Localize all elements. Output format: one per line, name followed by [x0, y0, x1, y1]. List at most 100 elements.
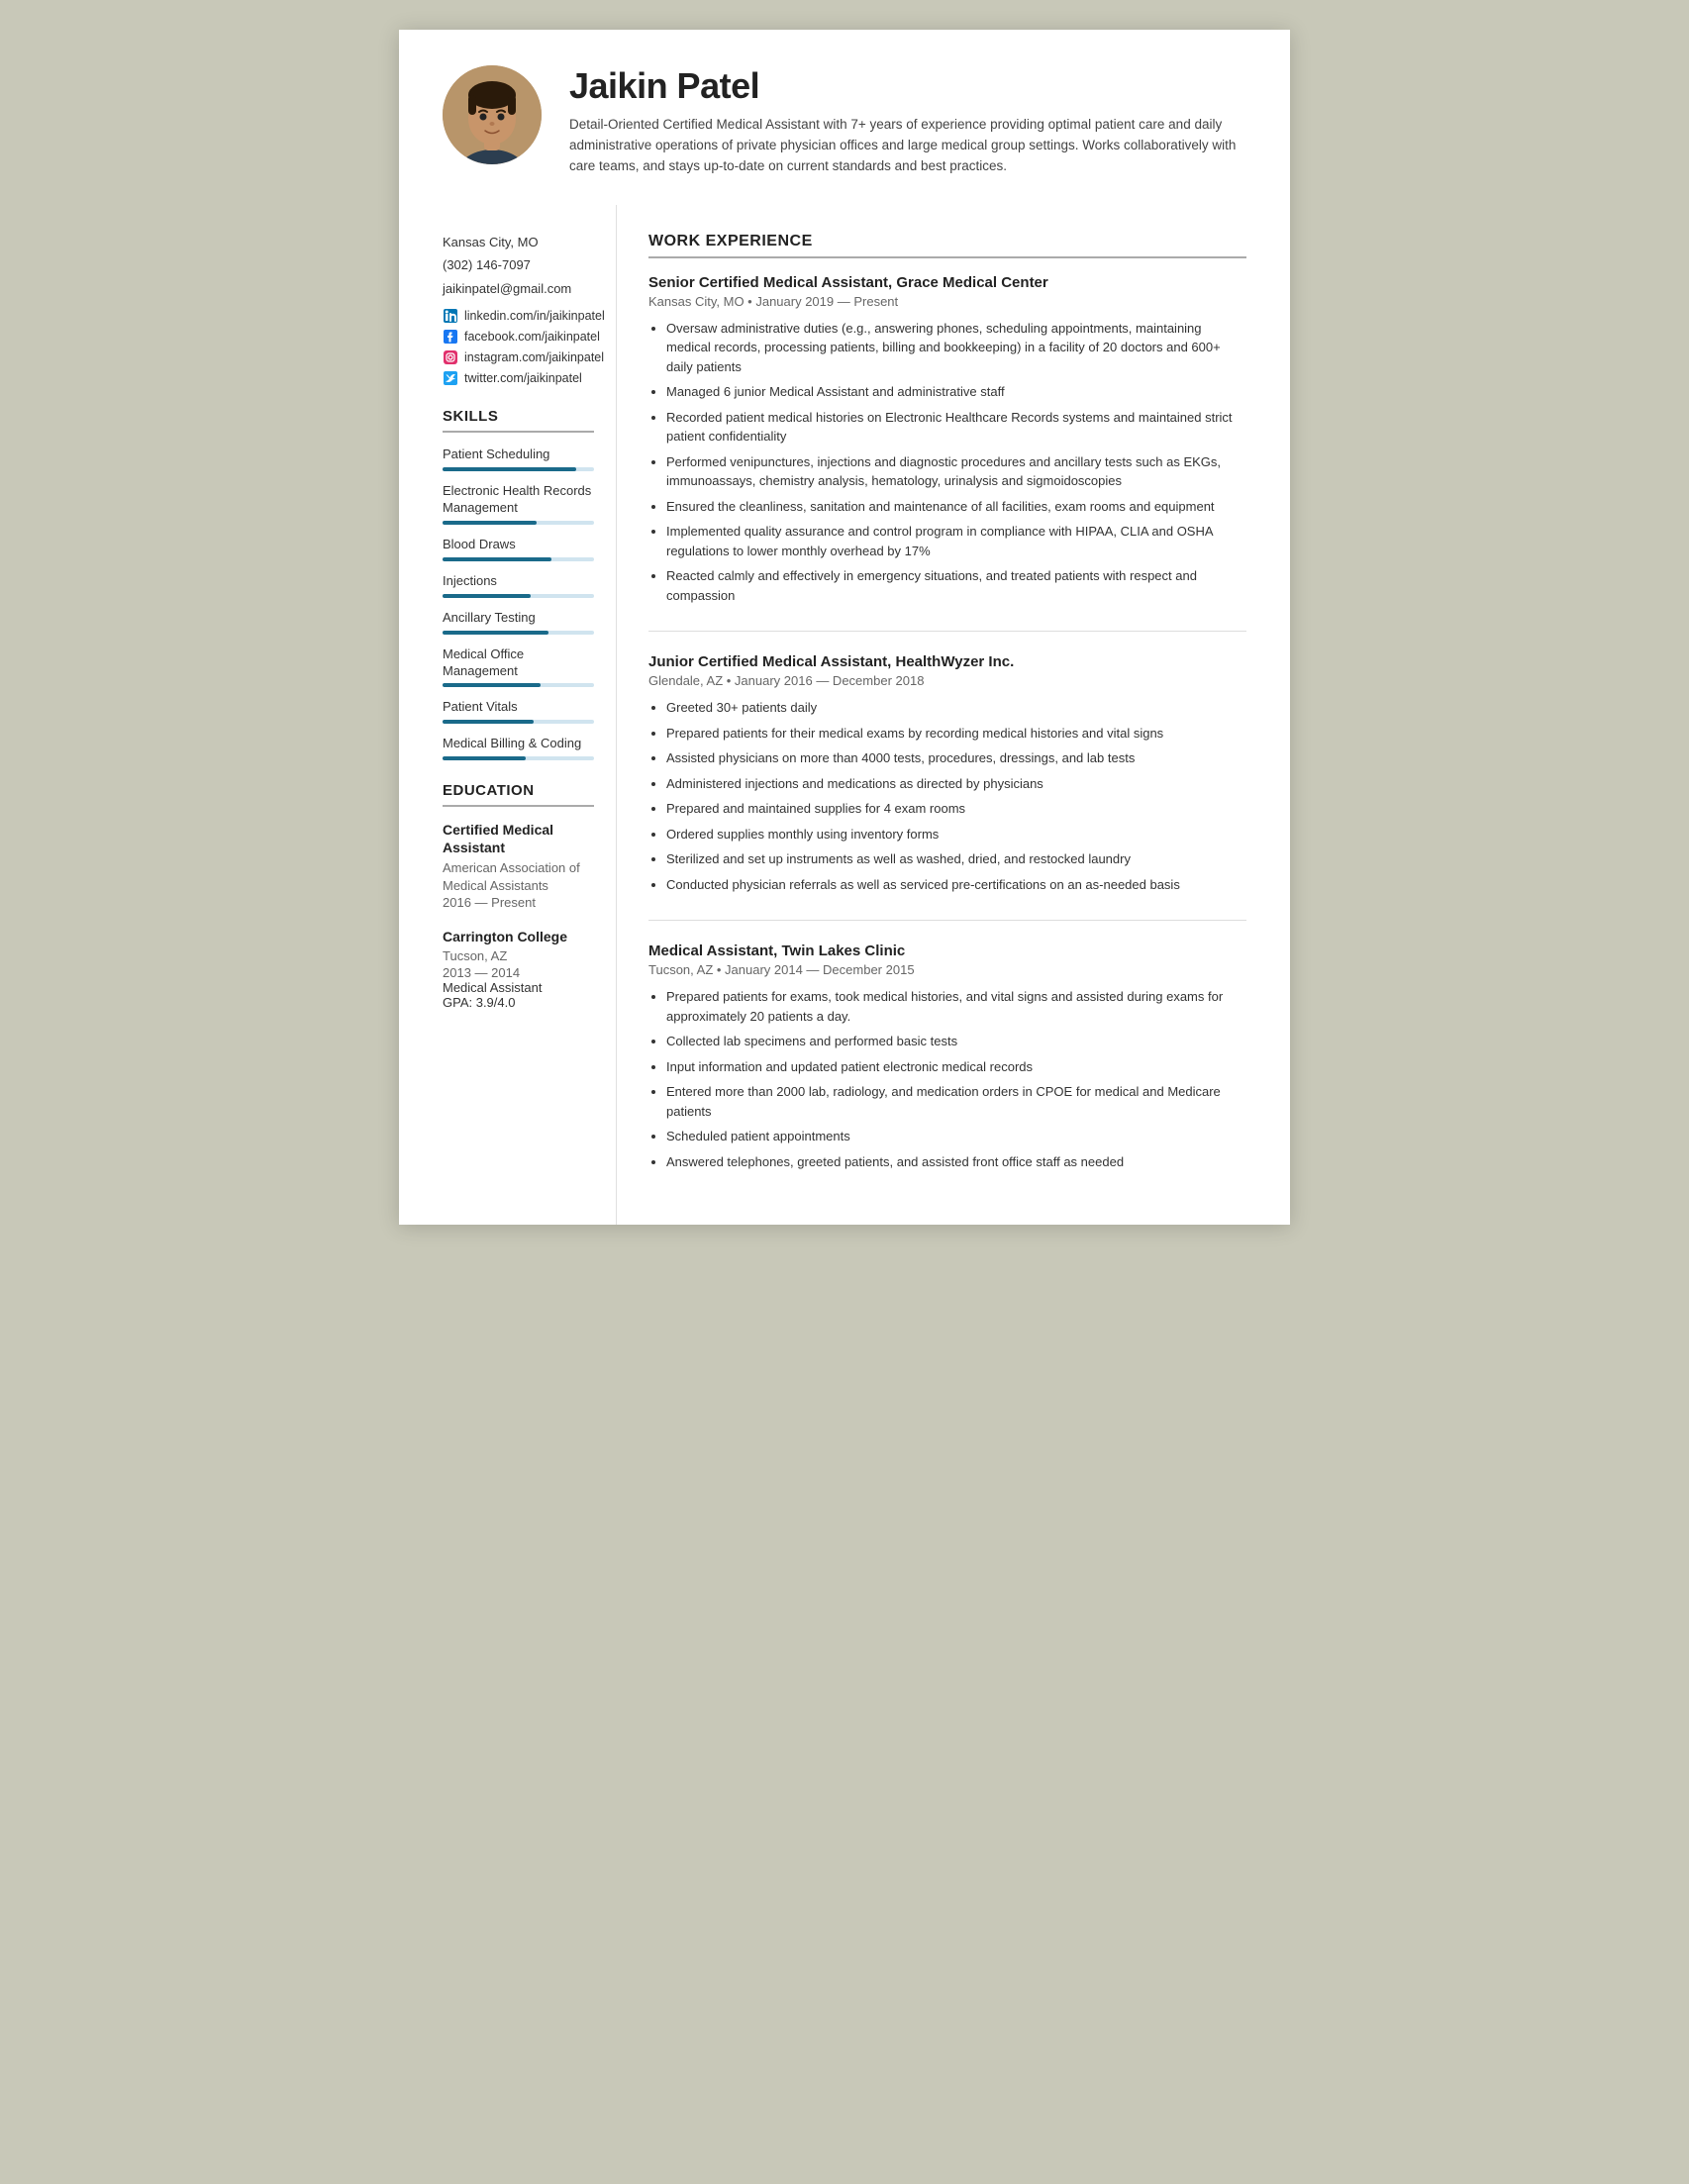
bullet-item: Ordered supplies monthly using inventory…: [666, 825, 1246, 844]
education-item: Carrington College Tucson, AZ2013 — 2014M…: [443, 928, 594, 1010]
candidate-summary: Detail-Oriented Certified Medical Assist…: [569, 115, 1246, 177]
skill-name: Patient Vitals: [443, 699, 594, 716]
edu-school: Tucson, AZ: [443, 947, 594, 965]
bullet-item: Assisted physicians on more than 4000 te…: [666, 748, 1246, 768]
skill-bar-bg: [443, 594, 594, 598]
skill-bar-bg: [443, 720, 594, 724]
job-block: Senior Certified Medical Assistant, Grac…: [648, 274, 1246, 633]
edu-year: 2013 — 2014: [443, 965, 594, 980]
instagram-icon: [443, 349, 458, 365]
social-linkedin: linkedin.com/in/jaikinpatel: [443, 308, 594, 324]
bullet-item: Reacted calmly and effectively in emerge…: [666, 566, 1246, 605]
skill-bar-fill: [443, 467, 576, 471]
social-instagram: instagram.com/jaikinpatel: [443, 349, 594, 365]
edu-degree: Carrington College: [443, 928, 594, 945]
facebook-icon: [443, 329, 458, 345]
skill-bar-bg: [443, 683, 594, 687]
skill-item: Medical Billing & Coding: [443, 736, 594, 760]
skill-bar-fill: [443, 557, 551, 561]
contact-location: Kansas City, MO: [443, 233, 594, 252]
body-columns: Kansas City, MO (302) 146-7097 jaikinpat…: [399, 205, 1290, 1226]
skill-name: Electronic Health Records Management: [443, 483, 594, 517]
bullet-item: Prepared and maintained supplies for 4 e…: [666, 799, 1246, 819]
skills-divider: [443, 431, 594, 433]
edu-school: American Association of Medical Assistan…: [443, 859, 594, 895]
work-heading: WORK EXPERIENCE: [648, 233, 1246, 250]
bullet-item: Collected lab specimens and performed ba…: [666, 1032, 1246, 1051]
instagram-url: instagram.com/jaikinpatel: [464, 350, 604, 364]
job-title: Junior Certified Medical Assistant, Heal…: [648, 653, 1246, 670]
skill-item: Medical Office Management: [443, 646, 594, 688]
linkedin-icon: [443, 308, 458, 324]
education-heading: EDUCATION: [443, 782, 594, 799]
skills-list: Patient Scheduling Electronic Health Rec…: [443, 447, 594, 760]
bullet-item: Sterilized and set up instruments as wel…: [666, 849, 1246, 869]
job-meta: Kansas City, MO • January 2019 — Present: [648, 294, 1246, 309]
bullet-item: Performed venipunctures, injections and …: [666, 452, 1246, 491]
education-item: Certified Medical AssistantAmerican Asso…: [443, 821, 594, 910]
skill-item: Patient Vitals: [443, 699, 594, 724]
facebook-url: facebook.com/jaikinpatel: [464, 330, 600, 344]
bullet-item: Input information and updated patient el…: [666, 1057, 1246, 1077]
skill-name: Ancillary Testing: [443, 610, 594, 627]
jobs-list: Senior Certified Medical Assistant, Grac…: [648, 274, 1246, 1198]
social-twitter: twitter.com/jaikinpatel: [443, 370, 594, 386]
skill-bar-fill: [443, 683, 541, 687]
bullet-item: Greeted 30+ patients daily: [666, 698, 1246, 718]
job-block: Medical Assistant, Twin Lakes Clinic Tuc…: [648, 943, 1246, 1197]
job-bullets: Greeted 30+ patients daily Prepared patie…: [648, 698, 1246, 894]
skill-name: Injections: [443, 573, 594, 590]
skill-bar-fill: [443, 631, 548, 635]
job-bullets: Oversaw administrative duties (e.g., ans…: [648, 319, 1246, 606]
sidebar: Kansas City, MO (302) 146-7097 jaikinpat…: [399, 205, 617, 1226]
social-facebook: facebook.com/jaikinpatel: [443, 329, 594, 345]
bullet-item: Managed 6 junior Medical Assistant and a…: [666, 382, 1246, 402]
skill-name: Patient Scheduling: [443, 447, 594, 463]
skill-item: Patient Scheduling: [443, 447, 594, 471]
bullet-item: Administered injections and medications …: [666, 774, 1246, 794]
avatar: [443, 65, 542, 164]
bullet-item: Scheduled patient appointments: [666, 1127, 1246, 1146]
job-block: Junior Certified Medical Assistant, Heal…: [648, 653, 1246, 921]
job-bullets: Prepared patients for exams, took medica…: [648, 987, 1246, 1171]
edu-gpa: GPA: 3.9/4.0: [443, 995, 594, 1010]
contact-email: jaikinpatel@gmail.com: [443, 279, 594, 299]
skill-bar-fill: [443, 521, 537, 525]
skill-bar-fill: [443, 756, 526, 760]
bullet-item: Ensured the cleanliness, sanitation and …: [666, 497, 1246, 517]
skill-bar-bg: [443, 521, 594, 525]
resume-page: Jaikin Patel Detail-Oriented Certified M…: [399, 30, 1290, 1225]
edu-degree: Certified Medical Assistant: [443, 821, 594, 856]
job-title: Medical Assistant, Twin Lakes Clinic: [648, 943, 1246, 959]
skill-bar-fill: [443, 594, 531, 598]
skill-bar-fill: [443, 720, 534, 724]
skill-name: Blood Draws: [443, 537, 594, 553]
job-meta: Glendale, AZ • January 2016 — December 2…: [648, 673, 1246, 688]
linkedin-url: linkedin.com/in/jaikinpatel: [464, 309, 605, 323]
skill-bar-bg: [443, 467, 594, 471]
work-divider: [648, 256, 1246, 258]
skill-bar-bg: [443, 557, 594, 561]
bullet-item: Prepared patients for their medical exam…: [666, 724, 1246, 744]
skill-name: Medical Office Management: [443, 646, 594, 680]
bullet-item: Oversaw administrative duties (e.g., ans…: [666, 319, 1246, 377]
contact-phone: (302) 146-7097: [443, 255, 594, 275]
bullet-item: Implemented quality assurance and contro…: [666, 522, 1246, 560]
skill-name: Medical Billing & Coding: [443, 736, 594, 752]
job-meta: Tucson, AZ • January 2014 — December 201…: [648, 962, 1246, 977]
header-info: Jaikin Patel Detail-Oriented Certified M…: [569, 65, 1246, 177]
main-content: WORK EXPERIENCE Senior Certified Medical…: [617, 205, 1290, 1226]
skill-item: Blood Draws: [443, 537, 594, 561]
bullet-item: Recorded patient medical histories on El…: [666, 408, 1246, 447]
twitter-url: twitter.com/jaikinpatel: [464, 371, 582, 385]
header-section: Jaikin Patel Detail-Oriented Certified M…: [399, 30, 1290, 205]
skill-bar-bg: [443, 756, 594, 760]
skills-heading: SKILLS: [443, 408, 594, 425]
edu-year: 2016 — Present: [443, 895, 594, 910]
skill-item: Electronic Health Records Management: [443, 483, 594, 525]
bullet-item: Answered telephones, greeted patients, a…: [666, 1152, 1246, 1172]
edu-detail: Medical Assistant: [443, 980, 594, 995]
bullet-item: Prepared patients for exams, took medica…: [666, 987, 1246, 1026]
bullet-item: Entered more than 2000 lab, radiology, a…: [666, 1082, 1246, 1121]
twitter-icon: [443, 370, 458, 386]
